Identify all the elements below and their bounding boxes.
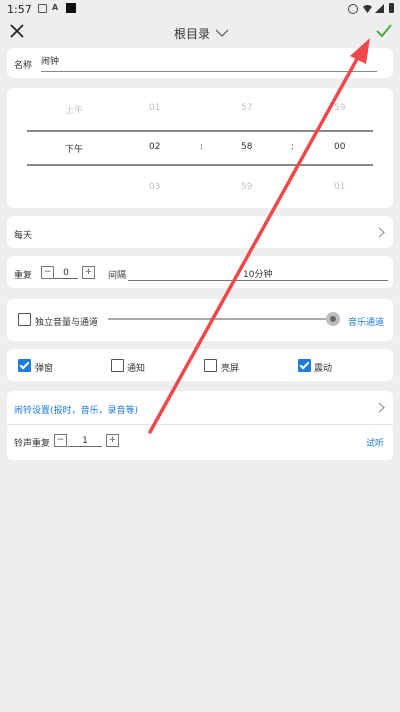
interval-value: 10分钟	[243, 270, 273, 280]
black-square-icon	[66, 3, 76, 13]
repeat-plus-button[interactable]: +	[82, 266, 95, 279]
picker-row-next[interactable]: 03 59 01	[7, 180, 393, 198]
volume-card: 独立音量与通道 音乐通道	[7, 299, 393, 341]
ring-settings-card: 闹铃设置(报时，音乐，录音等) 铃声重复 − 1 + 试听	[7, 391, 393, 460]
picker-second[interactable]: 00	[334, 142, 345, 152]
name-card: 名称 闹钟	[7, 48, 393, 78]
ring-minus-button[interactable]: −	[54, 434, 67, 447]
popup-label: 弹窗	[35, 364, 54, 374]
independent-volume-label: 独立音量与通道	[35, 318, 99, 328]
notify-label: 通知	[127, 364, 146, 374]
repeat-label: 重复	[14, 271, 33, 281]
notify-checkbox[interactable]	[111, 359, 124, 372]
interval-input[interactable]: 10分钟	[128, 265, 388, 281]
image-icon	[38, 4, 47, 13]
time-picker: 上午 01 57 59 下午 02 : 58 : 00 03 59 01	[7, 88, 393, 208]
ring-repeat-label: 铃声重复	[14, 439, 51, 449]
interval-label: 间隔	[108, 271, 127, 281]
alarm-icon	[348, 4, 358, 14]
picker-divider-top	[27, 130, 373, 132]
picker-hour: 01	[149, 103, 161, 113]
screen-on-label: 亮屏	[221, 364, 240, 374]
picker-minute: 59	[241, 182, 253, 192]
repeat-minus-button[interactable]: −	[41, 266, 54, 279]
vibrate-checkbox[interactable]	[298, 359, 311, 372]
preview-button[interactable]: 试听	[366, 436, 384, 449]
status-time: 1:57	[7, 3, 32, 16]
volume-slider-thumb[interactable]	[326, 312, 340, 326]
picker-hour[interactable]: 02	[149, 142, 160, 152]
picker-minute[interactable]: 58	[241, 142, 252, 152]
music-channel-link[interactable]: 音乐通道	[348, 315, 384, 328]
a-icon: A	[52, 3, 59, 12]
chevron-right-icon	[378, 227, 385, 238]
picker-separator: :	[200, 142, 204, 152]
picker-second: 01	[334, 182, 346, 192]
app-header: 根目录	[0, 18, 400, 46]
picker-row-previous[interactable]: 上午 01 57 59	[7, 101, 393, 119]
chevron-down-icon	[215, 29, 229, 37]
repeat-days-row[interactable]: 每天	[7, 216, 393, 248]
folder-selector[interactable]: 根目录	[174, 25, 229, 42]
chevron-right-icon	[378, 402, 385, 413]
name-input[interactable]: 闹钟	[41, 54, 377, 72]
repeat-count[interactable]: 0	[54, 268, 78, 279]
ring-settings-link[interactable]: 闹铃设置(报时，音乐，录音等)	[14, 403, 138, 416]
close-icon[interactable]	[8, 22, 26, 40]
signal-icon	[375, 4, 384, 13]
options-card: 弹窗 通知 亮屏 震动	[7, 349, 393, 381]
page-title: 根目录	[174, 27, 211, 41]
popup-checkbox[interactable]	[18, 359, 31, 372]
picker-minute: 57	[241, 103, 253, 113]
picker-ampm: 上午	[65, 106, 84, 116]
picker-second: 59	[334, 103, 346, 113]
picker-row-selected[interactable]: 下午 02 : 58 : 00	[7, 140, 393, 158]
vibrate-label: 震动	[314, 364, 333, 374]
picker-ampm[interactable]: 下午	[65, 142, 83, 155]
battery-icon	[389, 3, 394, 13]
status-bar: 1:57 A	[0, 0, 400, 18]
check-icon[interactable]	[376, 24, 392, 38]
ring-plus-button[interactable]: +	[106, 434, 119, 447]
repeat-card: 重复 − 0 + 间隔 10分钟	[7, 256, 393, 288]
screen-on-checkbox[interactable]	[204, 359, 217, 372]
picker-hour: 03	[149, 182, 161, 192]
wifi-icon	[363, 4, 372, 13]
independent-volume-checkbox[interactable]	[18, 313, 31, 326]
settings-divider	[7, 424, 393, 425]
picker-separator: :	[291, 142, 295, 152]
name-label: 名称	[14, 61, 33, 71]
picker-divider-bottom	[27, 164, 373, 166]
volume-slider-track[interactable]	[108, 318, 332, 320]
repeat-days-label: 每天	[14, 231, 33, 241]
ring-repeat-count[interactable]: 1	[68, 436, 102, 447]
